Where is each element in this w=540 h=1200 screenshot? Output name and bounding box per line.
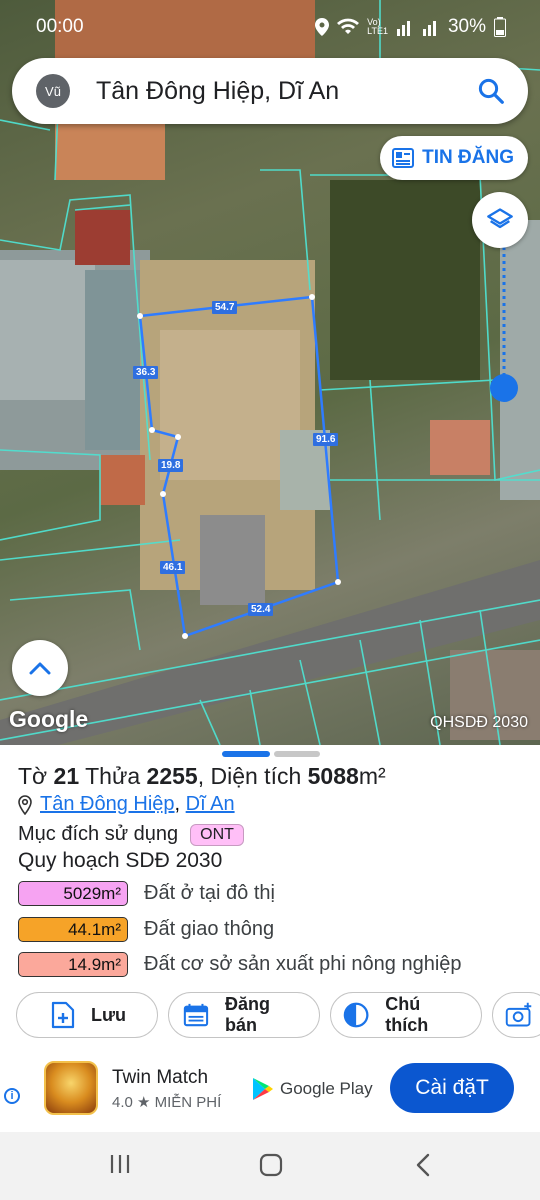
back-icon[interactable] [412,1152,434,1178]
sell-listing-button[interactable]: Đăng bán [168,992,320,1038]
search-icon[interactable] [476,76,506,106]
chevron-up-icon [29,662,51,675]
plan-label: Đất ở tại đô thị [144,882,275,904]
signal-icon [422,21,436,36]
sheet-page-indicator[interactable] [222,751,320,757]
parcel-title: Tờ 21 Thửa 2255, Diện tích 5088m² [18,763,386,789]
ad-rating: 4.0 ★ MIỄN PHÍ [112,1094,222,1111]
plan-label: Đất giao thông [144,918,275,940]
action-row: Lưu Đăng bán Chú thích [16,992,540,1038]
plan-label: Đất cơ sở sản xuất phi nông nghiệp [144,953,462,975]
google-play-badge: Google Play [252,1077,373,1101]
plan-row: 14.9m² Đất cơ sở sản xuất phi nông nghiệ… [18,952,462,977]
add-file-icon [51,1001,75,1029]
status-time: 00:00 [36,16,84,37]
app-icon[interactable] [44,1061,98,1115]
post-listing-button[interactable]: TIN ĐĂNG [380,136,528,180]
plan-row: 5029m² Đất ở tại đô thị [18,881,275,906]
avatar[interactable]: Vũ [36,74,70,108]
contrast-icon [343,1002,369,1028]
legend-button[interactable]: Chú thích [330,992,482,1038]
battery-level: 30% [447,16,486,37]
purpose-code-badge: ONT [190,823,244,846]
edge-length-label: 54.7 [212,301,238,314]
location-icon [315,18,330,36]
edge-length-label: 46.1 [160,561,186,574]
ad-banner[interactable]: i Twin Match 4.0 ★ MIỄN PHÍ Google Play … [0,1045,540,1132]
ward-link[interactable]: Tân Đông Hiệp [40,793,175,815]
calendar-icon [183,1003,209,1027]
parcel-info-sheet: Tờ 21 Thửa 2255, Diện tích 5088m² Tân Đô… [0,745,540,1045]
add-photo-icon [505,1002,532,1027]
plan-area-chip: 44.1m² [18,917,128,942]
battery-icon [494,17,506,37]
save-label: Lưu [91,1004,127,1025]
expand-up-button[interactable] [12,640,68,696]
purpose-label: Mục đích sử dụng [18,823,179,845]
legend-label: Chú thích [385,994,429,1035]
location-slider-handle[interactable] [490,374,518,402]
edge-length-label: 91.6 [313,433,339,446]
plan-title: Quy hoạch SDĐ 2030 [18,849,223,872]
plan-area-chip: 5029m² [18,881,128,906]
google-play-label: Google Play [280,1079,373,1098]
edge-length-label: 52.4 [248,603,274,616]
location-pin-icon [18,794,32,815]
status-bar: 00:00 Vo) LTE1 30% [0,0,540,52]
add-photo-button[interactable] [492,992,540,1038]
land-use-purpose: Mục đích sử dụng ONT [18,823,244,846]
home-icon[interactable] [258,1152,284,1178]
sell-listing-label: Đăng bán [224,994,270,1035]
layers-button[interactable] [472,192,528,248]
plan-row: 44.1m² Đất giao thông [18,917,274,942]
volte-icon: Vo) LTE1 [367,17,388,36]
layers-icon [487,208,513,229]
map-layer-label: QHSDĐ 2030 [430,714,528,731]
google-play-icon [253,1078,273,1100]
ad-info-icon[interactable]: i [4,1088,20,1104]
plan-area-chip: 14.9m² [18,952,128,977]
edge-length-label: 19.8 [158,459,184,472]
signal-icon [396,21,410,36]
system-nav-bar [0,1132,540,1200]
search-input[interactable]: Tân Đông Hiệp, Dĩ An [96,77,476,106]
google-logo: Google [9,706,89,732]
search-bar[interactable]: Vũ Tân Đông Hiệp, Dĩ An [12,58,528,124]
district-link[interactable]: Dĩ An [186,793,235,815]
map-view[interactable]: 54.7 36.3 91.6 19.8 46.1 52.4 00:00 Vo) L… [0,0,540,745]
recents-icon[interactable] [108,1152,132,1176]
ad-app-name: Twin Match [112,1067,209,1088]
save-button[interactable]: Lưu [16,992,158,1038]
newspaper-icon [392,148,415,168]
post-listing-label: TIN ĐĂNG [422,147,514,168]
parcel-location: Tân Đông Hiệp, Dĩ An [18,793,235,816]
wifi-icon [337,18,360,34]
install-button[interactable]: Cài đặT [390,1063,514,1113]
edge-length-label: 36.3 [133,366,159,379]
